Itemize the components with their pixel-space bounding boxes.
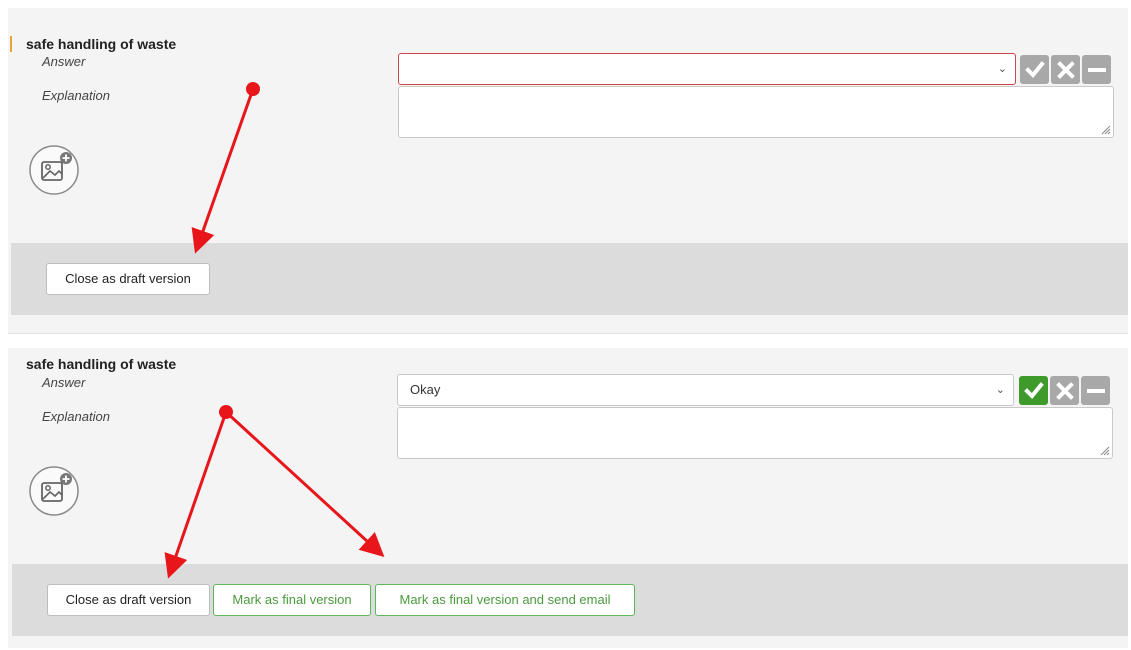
answer-label: Answer [42,54,86,69]
reject-button[interactable] [1050,376,1079,405]
question-title: safe handling of waste [26,356,177,372]
answer-select[interactable]: ⌄ [398,53,1016,85]
question-panel-2: safe handling of waste Answer Explanatio… [8,348,1128,648]
minus-icon [1086,388,1105,393]
accept-button[interactable] [1019,376,1048,405]
accept-button[interactable] [1020,55,1049,84]
reject-button[interactable] [1051,55,1080,84]
x-icon [1056,60,1075,79]
panel-footer: Close as draft version Mark as final ver… [12,564,1128,636]
checkmark-icon [1023,381,1044,399]
resize-grip-icon[interactable] [1100,446,1110,456]
mark-final-button[interactable]: Mark as final version [213,584,371,616]
add-image-icon[interactable] [28,144,80,196]
mark-final-send-email-button[interactable]: Mark as final version and send email [375,584,635,616]
panel-footer: Close as draft version [11,243,1128,315]
resize-grip-icon[interactable] [1101,125,1111,135]
explanation-textarea[interactable] [398,86,1114,138]
answer-select[interactable]: Okay ⌄ [397,374,1014,406]
add-image-icon[interactable] [28,465,80,517]
explanation-label: Explanation [42,409,110,424]
explanation-textarea[interactable] [397,407,1113,459]
answer-label: Answer [42,375,86,390]
question-title: safe handling of waste [26,36,177,52]
answer-select-value: Okay [410,382,441,397]
close-draft-button[interactable]: Close as draft version [46,263,210,295]
question-panel-1: safe handling of waste Answer Explanatio… [8,8,1128,334]
chevron-down-icon: ⌄ [995,384,1005,396]
x-icon [1055,381,1074,400]
neutral-button[interactable] [1081,376,1110,405]
question-accent-bar [10,36,12,52]
explanation-label: Explanation [42,88,110,103]
neutral-button[interactable] [1082,55,1111,84]
checkmark-icon [1024,60,1045,78]
minus-icon [1087,67,1106,72]
chevron-down-icon: ⌄ [997,63,1007,75]
close-draft-button[interactable]: Close as draft version [47,584,210,616]
